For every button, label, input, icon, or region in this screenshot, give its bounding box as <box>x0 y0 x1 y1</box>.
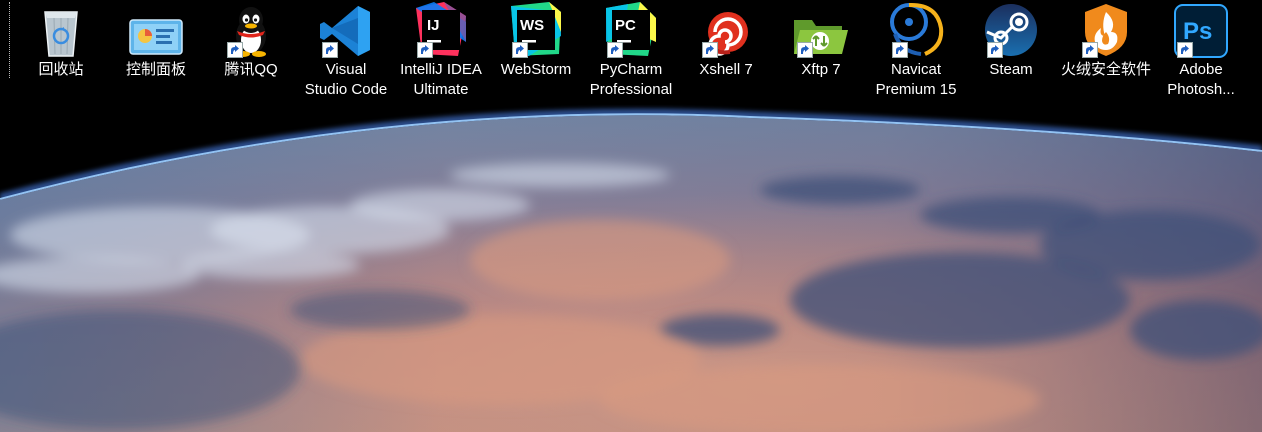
icon-label: IntelliJ IDEA Ultimate <box>400 61 482 98</box>
xftp-icon <box>791 0 851 58</box>
steam-icon <box>981 0 1041 58</box>
shortcut-arrow-icon <box>702 42 718 58</box>
vscode-icon <box>316 0 376 58</box>
desktop-icon-intellij-idea[interactable]: IJ IntelliJ IDEA Ultimate <box>395 0 487 108</box>
webstorm-icon: WS <box>506 0 566 58</box>
xshell-icon <box>696 0 756 58</box>
svg-text:WS: WS <box>520 17 544 34</box>
desktop-icon-photoshop[interactable]: Ps Adobe Photosh... <box>1155 0 1247 108</box>
desktop-icon-steam[interactable]: Steam <box>965 0 1057 108</box>
shortcut-arrow-icon <box>417 42 433 58</box>
icon-label: WebStorm <box>500 61 572 78</box>
icon-label: Xshell 7 <box>699 61 753 78</box>
qq-penguin-icon <box>221 0 281 58</box>
desktop-icon-webstorm[interactable]: WS WebStorm <box>490 0 582 108</box>
shortcut-arrow-icon <box>607 42 623 58</box>
photoshop-icon: Ps <box>1171 0 1231 58</box>
icon-label: PyCharm Professional <box>589 61 673 98</box>
icon-label: Visual Studio Code <box>304 61 388 98</box>
icon-label: 腾讯QQ <box>224 61 278 78</box>
desktop-icon-navicat[interactable]: Navicat Premium 15 <box>870 0 962 108</box>
desktop-icon-qq[interactable]: 腾讯QQ <box>205 0 297 108</box>
shortcut-arrow-icon <box>797 42 813 58</box>
recycle-bin-icon <box>31 0 91 58</box>
icon-label: 控制面板 <box>125 61 186 78</box>
desktop-icon-recycle-bin[interactable]: 回收站 <box>15 0 107 108</box>
huorong-security-icon <box>1076 0 1136 58</box>
shortcut-arrow-icon <box>892 42 908 58</box>
desktop-icon-vscode[interactable]: Visual Studio Code <box>300 0 392 108</box>
desktop[interactable]: 回收站 控制面板 腾讯QQ Visual Studio Code IJ Inte… <box>0 0 1262 432</box>
svg-text:Ps: Ps <box>1183 18 1212 45</box>
icon-label: Navicat Premium 15 <box>875 61 957 98</box>
icon-label: 回收站 <box>38 61 84 78</box>
svg-text:PC: PC <box>615 17 636 34</box>
shortcut-arrow-icon <box>1082 42 1098 58</box>
intellij-idea-icon: IJ <box>411 0 471 58</box>
shortcut-arrow-icon <box>227 42 243 58</box>
icon-label: Steam <box>989 61 1033 78</box>
shortcut-arrow-icon <box>1177 42 1193 58</box>
desktop-icon-huorong[interactable]: 火绒安全软件 <box>1060 0 1152 108</box>
desktop-icon-control-panel[interactable]: 控制面板 <box>110 0 202 108</box>
icon-label: Xftp 7 <box>801 61 841 78</box>
shortcut-arrow-icon <box>512 42 528 58</box>
svg-text:IJ: IJ <box>427 17 440 34</box>
shortcut-arrow-icon <box>987 42 1003 58</box>
control-panel-icon <box>126 0 186 58</box>
navicat-icon <box>886 0 946 58</box>
desktop-icon-row: 回收站 控制面板 腾讯QQ Visual Studio Code IJ Inte… <box>0 0 1262 110</box>
icon-label: 火绒安全软件 <box>1060 61 1151 78</box>
desktop-icon-xshell[interactable]: Xshell 7 <box>680 0 772 108</box>
desktop-icon-pycharm[interactable]: PC PyCharm Professional <box>585 0 677 108</box>
pycharm-icon: PC <box>601 0 661 58</box>
shortcut-arrow-icon <box>322 42 338 58</box>
icon-label: Adobe Photosh... <box>1167 61 1235 98</box>
desktop-icon-xftp[interactable]: Xftp 7 <box>775 0 867 108</box>
